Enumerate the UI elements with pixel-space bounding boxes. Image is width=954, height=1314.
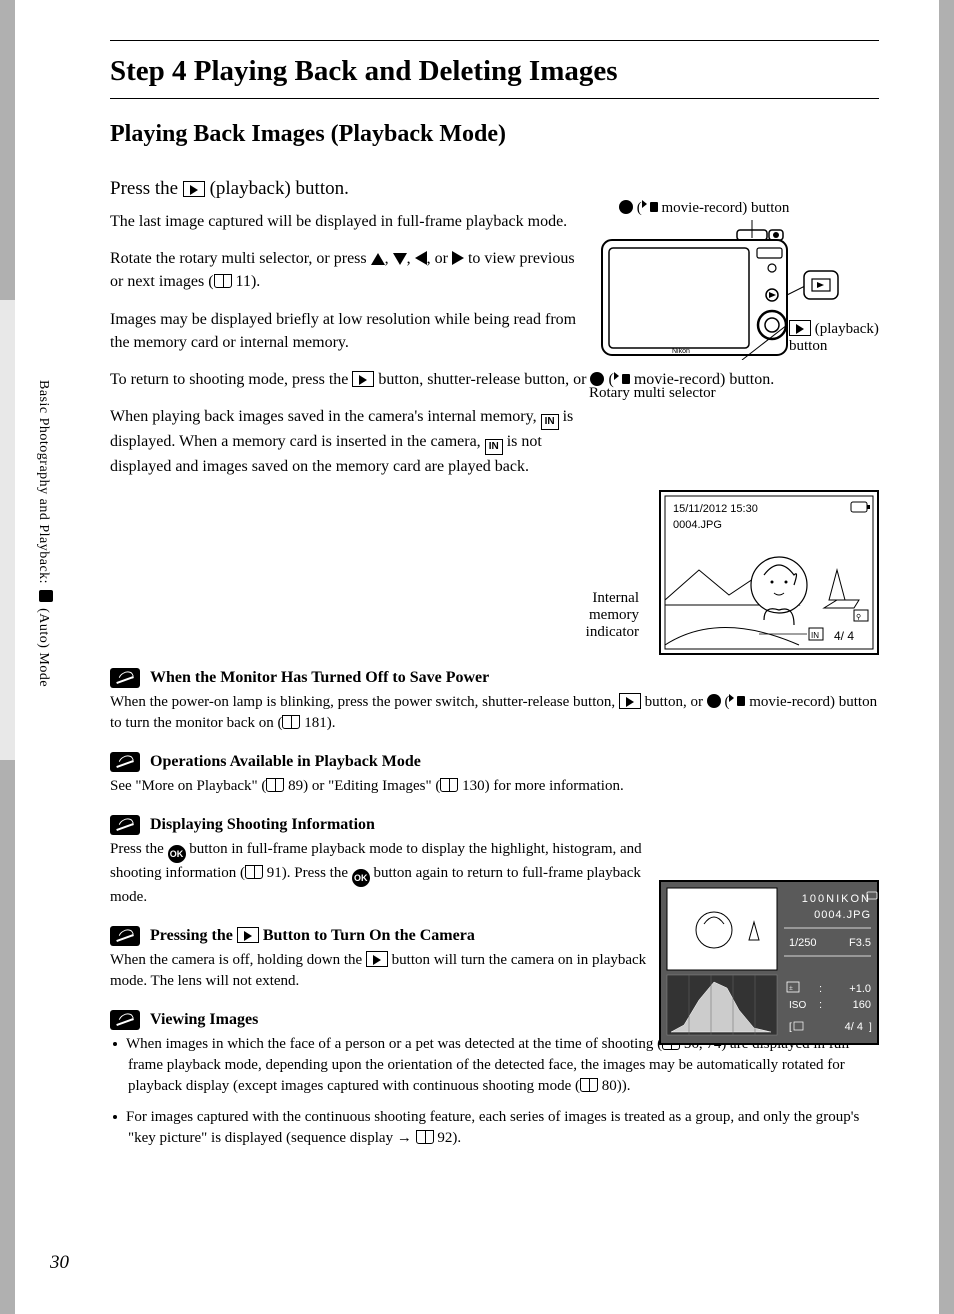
book-icon	[282, 715, 300, 729]
svg-text:100NIKON: 100NIKON	[802, 893, 871, 905]
book-icon	[580, 1078, 598, 1092]
svg-text:±: ±	[789, 984, 793, 992]
playback-button-callout	[803, 270, 839, 300]
record-dot-icon	[590, 372, 604, 386]
screen-datetime: 15/11/2012 15:30	[673, 503, 758, 515]
playback-icon	[789, 320, 811, 336]
note-badge-icon	[110, 815, 140, 835]
list-item: For images captured with the continuous …	[128, 1107, 879, 1149]
ok-button-icon	[352, 869, 370, 887]
book-icon	[416, 1130, 434, 1144]
playback-icon	[183, 181, 205, 197]
note-heading: Operations Available in Playback Mode	[110, 752, 879, 772]
note-body: When the camera is off, holding down the…	[110, 950, 670, 992]
camera-back-illustration: Nikon	[597, 200, 812, 360]
rule	[110, 40, 879, 41]
up-arrow-icon	[371, 253, 385, 265]
svg-text:160: 160	[853, 999, 871, 1011]
movie-icon	[642, 200, 658, 214]
down-arrow-icon	[393, 253, 407, 265]
note-body: When the power-on lamp is blinking, pres…	[110, 692, 879, 734]
left-arrow-icon	[415, 251, 427, 265]
svg-text:+1.0: +1.0	[849, 983, 871, 995]
book-icon	[440, 778, 458, 792]
note-badge-icon	[110, 752, 140, 772]
paragraph: To return to shooting mode, press the bu…	[110, 368, 879, 391]
note-heading: Displaying Shooting Information	[110, 815, 879, 835]
note-badge-icon	[110, 668, 140, 688]
paragraph: The last image captured will be displaye…	[110, 210, 590, 233]
svg-text:⚲: ⚲	[856, 613, 861, 621]
screen-filename: 0004.JPG	[673, 519, 722, 531]
camera-diagram: ( movie-record) button Nikon	[529, 200, 879, 365]
manual-page: Basic Photography and Playback: (Auto) M…	[15, 0, 939, 1314]
internal-memory-icon	[485, 439, 503, 455]
svg-text:Nikon: Nikon	[672, 348, 690, 355]
camera-icon	[39, 590, 53, 602]
playback-screen-illustration: 15/11/2012 15:30 0004.JPG IN 4/ 4	[659, 490, 879, 655]
ok-button-icon	[168, 845, 186, 863]
playback-button-label: (playback) button	[789, 320, 889, 355]
svg-text:IN: IN	[811, 631, 819, 640]
note-badge-icon	[110, 1010, 140, 1030]
svg-text:ISO: ISO	[789, 1000, 806, 1011]
note-heading: When the Monitor Has Turned Off to Save …	[110, 668, 879, 688]
sidebar-text: Basic Photography and Playback:	[36, 380, 51, 588]
note-badge-icon	[110, 926, 140, 946]
movie-icon	[729, 694, 745, 708]
sidebar-section-label: Basic Photography and Playback: (Auto) M…	[35, 380, 53, 687]
svg-text:4/ 4: 4/ 4	[845, 1021, 863, 1033]
movie-button-label: ( movie-record) button	[619, 200, 789, 217]
sidebar-text: (Auto) Mode	[36, 604, 51, 687]
internal-memory-indicator-label: Internal memory indicator	[549, 590, 639, 641]
paragraph: When playing back images saved in the ca…	[110, 405, 600, 478]
internal-memory-icon	[541, 414, 559, 430]
page-title: Step 4 Playing Back and Deleting Images	[110, 55, 879, 88]
rule	[110, 98, 879, 99]
svg-text:]: ]	[869, 1022, 872, 1033]
bullet-list: When images in which the face of a perso…	[110, 1034, 879, 1149]
svg-text::: :	[819, 983, 822, 995]
shooting-info-illustration: 100NIKON 0004.JPG 1/250 F3.5 ± : +1.0 IS…	[659, 880, 879, 1045]
svg-text::: :	[819, 999, 822, 1011]
playback-icon	[366, 951, 388, 967]
playback-icon	[619, 693, 641, 709]
record-dot-icon	[619, 200, 633, 214]
rotary-selector-label: Rotary multi selector	[589, 385, 716, 402]
svg-text:F3.5: F3.5	[849, 937, 871, 949]
note-body: Press the button in full-frame playback …	[110, 839, 670, 908]
svg-text:[: [	[789, 1022, 792, 1033]
svg-text:0004.JPG: 0004.JPG	[814, 909, 871, 921]
book-icon	[245, 865, 263, 879]
paragraph: Rotate the rotary multi selector, or pre…	[110, 247, 590, 293]
book-icon	[214, 274, 232, 288]
playback-icon	[352, 371, 374, 387]
svg-text:1/250: 1/250	[789, 937, 817, 949]
movie-icon	[614, 372, 630, 386]
book-icon	[266, 778, 284, 792]
playback-icon	[237, 927, 259, 943]
svg-text:4/ 4: 4/ 4	[834, 629, 854, 643]
step-heading: Press the (playback) button.	[110, 178, 879, 200]
note-body: See "More on Playback" ( 89) or "Editing…	[110, 776, 879, 797]
paragraph: Images may be displayed briefly at low r…	[110, 308, 590, 354]
record-dot-icon	[707, 694, 721, 708]
page-number: 30	[50, 1252, 69, 1274]
section-heading: Playing Back Images (Playback Mode)	[110, 121, 879, 148]
right-arrow-icon	[452, 251, 464, 265]
